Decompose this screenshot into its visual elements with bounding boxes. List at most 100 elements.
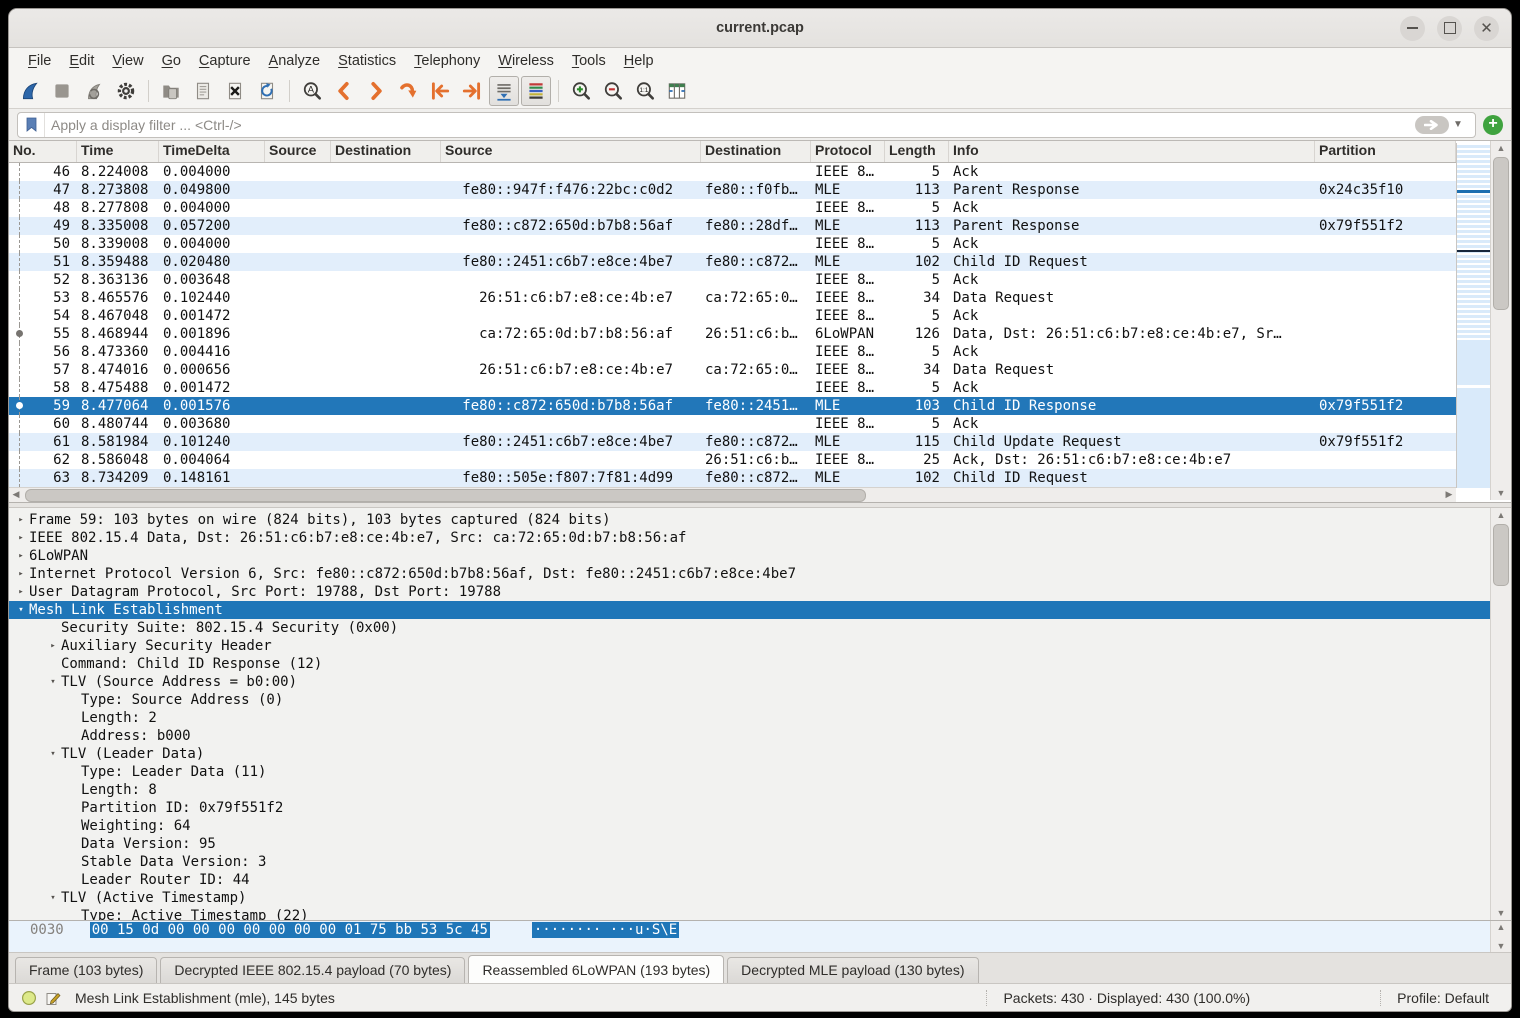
packet-row[interactable]: 54 8.467048 0.001472 IEEE 8… 5 Ack [9, 307, 1456, 325]
menu-item[interactable]: Wireless [489, 51, 563, 71]
expand-arrow-icon[interactable] [65, 835, 81, 853]
byte-view-tab[interactable]: Decrypted MLE payload (130 bytes) [727, 957, 978, 983]
detail-line[interactable]: Partition ID: 0x79f551f2 [9, 799, 1490, 817]
scroll-left-arrow-icon[interactable]: ◀ [9, 488, 23, 501]
packet-row[interactable]: 61 8.581984 0.101240 fe80::2451:c6b7:e8c… [9, 433, 1456, 451]
detail-line[interactable]: ▾TLV (Source Address = b0:00) [9, 673, 1490, 691]
packet-list-vscrollbar[interactable]: ▲ ▼ [1490, 141, 1511, 500]
detail-line[interactable]: Type: Active Timestamp (22) [9, 907, 1490, 920]
detail-line[interactable]: Leader Router ID: 44 [9, 871, 1490, 889]
expand-arrow-icon[interactable]: ▾ [13, 601, 29, 619]
details-scroll-thumb[interactable] [1493, 524, 1509, 586]
zoom-original-button[interactable]: 1:1 [630, 76, 660, 106]
expand-arrow-icon[interactable]: ▾ [45, 745, 61, 763]
hscroll-thumb[interactable] [25, 489, 866, 502]
packet-row[interactable]: 58 8.475488 0.001472 IEEE 8… 5 Ack [9, 379, 1456, 397]
column-header[interactable]: Protocol [811, 141, 885, 162]
add-filter-button[interactable]: + [1483, 115, 1503, 135]
expert-info-icon[interactable] [21, 990, 37, 1006]
detail-line[interactable]: ▸Internet Protocol Version 6, Src: fe80:… [9, 565, 1490, 583]
scroll-up-arrow-icon[interactable]: ▲ [1491, 508, 1511, 522]
menu-item[interactable]: Analyze [260, 51, 330, 71]
capture-comment-icon[interactable] [45, 990, 61, 1006]
detail-line[interactable]: ▸User Datagram Protocol, Src Port: 19788… [9, 583, 1490, 601]
filter-bookmark-icon[interactable] [18, 113, 45, 137]
menu-item[interactable]: Statistics [329, 51, 405, 71]
go-first-packet-button[interactable] [425, 76, 455, 106]
restart-capture-button[interactable] [79, 76, 109, 106]
packet-row[interactable]: 52 8.363136 0.003648 IEEE 8… 5 Ack [9, 271, 1456, 289]
packet-row[interactable]: 47 8.273808 0.049800 fe80::947f:f476:22b… [9, 181, 1456, 199]
scroll-down-arrow-icon[interactable]: ▼ [1491, 939, 1511, 953]
start-capture-button[interactable] [15, 76, 45, 106]
menu-item[interactable]: Telephony [405, 51, 489, 71]
expand-arrow-icon[interactable] [65, 799, 81, 817]
expand-arrow-icon[interactable] [65, 817, 81, 835]
column-header[interactable]: Source [265, 141, 331, 162]
go-forward-button[interactable] [361, 76, 391, 106]
find-packet-button[interactable]: A [297, 76, 327, 106]
open-file-button[interactable] [156, 76, 186, 106]
status-profile[interactable]: Profile: Default [1380, 990, 1499, 1006]
detail-line[interactable]: Address: b000 [9, 727, 1490, 745]
column-header[interactable]: TimeDelta [159, 141, 265, 162]
detail-line[interactable]: ▸Frame 59: 103 bytes on wire (824 bits),… [9, 511, 1490, 529]
stop-capture-button[interactable] [47, 76, 77, 106]
reload-file-button[interactable] [252, 76, 282, 106]
menu-item[interactable]: Help [615, 51, 663, 71]
expand-arrow-icon[interactable] [65, 763, 81, 781]
resize-columns-button[interactable] [662, 76, 692, 106]
menu-item[interactable]: File [19, 51, 60, 71]
expand-arrow-icon[interactable] [45, 619, 61, 637]
column-header[interactable]: Source [441, 141, 701, 162]
detail-line[interactable]: Type: Leader Data (11) [9, 763, 1490, 781]
detail-line[interactable]: Type: Source Address (0) [9, 691, 1490, 709]
expand-arrow-icon[interactable]: ▸ [13, 529, 29, 547]
minimize-button[interactable] [1400, 16, 1425, 41]
packet-row[interactable]: 48 8.277808 0.004000 IEEE 8… 5 Ack [9, 199, 1456, 217]
zoom-in-button[interactable] [566, 76, 596, 106]
menu-item[interactable]: Edit [60, 51, 103, 71]
expand-arrow-icon[interactable]: ▸ [13, 565, 29, 583]
detail-line[interactable]: ▾Mesh Link Establishment [9, 601, 1490, 619]
packet-row[interactable]: 63 8.734209 0.148161 fe80::505e:f807:7f8… [9, 469, 1456, 487]
vscroll-thumb[interactable] [1493, 157, 1509, 310]
menu-item[interactable]: Tools [563, 51, 615, 71]
column-header[interactable]: Destination [331, 141, 441, 162]
detail-line[interactable]: ▸6LoWPAN [9, 547, 1490, 565]
expand-arrow-icon[interactable] [45, 655, 61, 673]
close-button[interactable]: ✕ [1474, 16, 1499, 41]
packet-row[interactable]: 49 8.335008 0.057200 fe80::c872:650d:b7b… [9, 217, 1456, 235]
detail-line[interactable]: Command: Child ID Response (12) [9, 655, 1490, 673]
byte-view-tab[interactable]: Decrypted IEEE 802.15.4 payload (70 byte… [160, 957, 465, 983]
close-file-button[interactable] [220, 76, 250, 106]
scroll-up-arrow-icon[interactable]: ▲ [1491, 141, 1511, 155]
detail-line[interactable]: ▾TLV (Leader Data) [9, 745, 1490, 763]
detail-line[interactable]: Stable Data Version: 3 [9, 853, 1490, 871]
scroll-down-arrow-icon[interactable]: ▼ [1491, 486, 1511, 500]
capture-options-button[interactable] [111, 76, 141, 106]
expand-arrow-icon[interactable] [65, 853, 81, 871]
packet-row[interactable]: 46 8.224008 0.004000 IEEE 8… 5 Ack [9, 163, 1456, 181]
filter-dropdown-caret[interactable]: ▼ [1453, 119, 1469, 130]
packet-row[interactable]: 59 8.477064 0.001576 fe80::c872:650d:b7b… [9, 397, 1456, 415]
expand-arrow-icon[interactable] [65, 907, 81, 920]
expand-arrow-icon[interactable]: ▾ [45, 673, 61, 691]
detail-line[interactable]: Length: 2 [9, 709, 1490, 727]
expand-arrow-icon[interactable] [65, 727, 81, 745]
display-filter-input[interactable] [45, 117, 1415, 133]
menu-item[interactable]: Go [153, 51, 190, 71]
maximize-button[interactable] [1437, 16, 1462, 41]
expand-arrow-icon[interactable] [65, 871, 81, 889]
details-vscrollbar[interactable]: ▲ ▼ [1490, 508, 1511, 920]
column-header[interactable]: Destination [701, 141, 811, 162]
detail-line[interactable]: Security Suite: 802.15.4 Security (0x00) [9, 619, 1490, 637]
go-to-packet-button[interactable] [393, 76, 423, 106]
hex-bytes-selected[interactable]: 00 15 0d 00 00 00 00 00 00 00 01 75 bb 5… [90, 922, 490, 938]
column-header[interactable]: Info [949, 141, 1315, 162]
packet-row[interactable]: 50 8.339008 0.004000 IEEE 8… 5 Ack [9, 235, 1456, 253]
apply-filter-button[interactable] [1415, 116, 1449, 134]
packet-row[interactable]: 55 8.468944 0.001896 ca:72:65:0d:b7:b8:5… [9, 325, 1456, 343]
packet-row[interactable]: 56 8.473360 0.004416 IEEE 8… 5 Ack [9, 343, 1456, 361]
packet-row[interactable]: 57 8.474016 0.000656 26:51:c6:b7:e8:ce:4… [9, 361, 1456, 379]
